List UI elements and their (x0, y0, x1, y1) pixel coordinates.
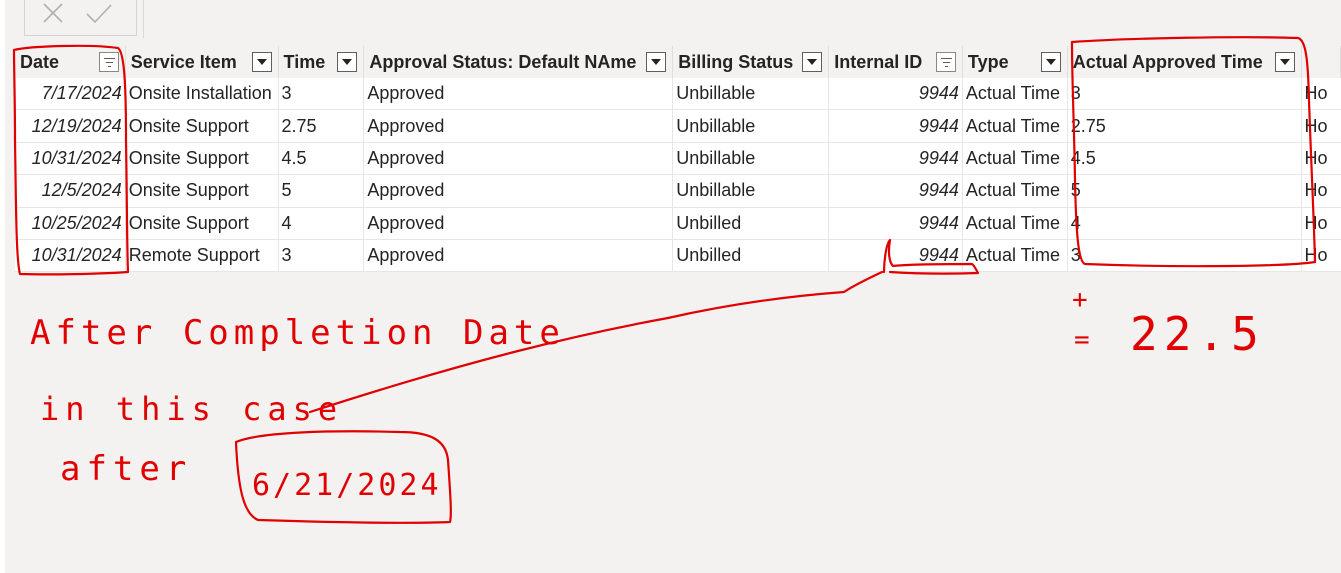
boxed-date: 6/21/2024 (252, 468, 442, 503)
sum-value: 22.5 (1130, 307, 1265, 361)
handwritten-annotations: After Completion Date in this case after… (12, 36, 1317, 524)
date-column-highlight (12, 44, 130, 276)
annotation-line-2: in this case (40, 390, 343, 428)
internal-id-highlight (882, 238, 980, 275)
sum-equals-sign: = (1074, 325, 1090, 355)
approved-time-column-highlight (1070, 36, 1317, 268)
report-canvas: Date Service Item Time Approval Status: Def… (0, 0, 1341, 573)
annotation-line-1: After Completion Date (30, 313, 565, 353)
sum-plus-sign: + (1072, 285, 1088, 315)
annotation-line-3: after (60, 449, 192, 489)
annotation-text: After Completion Date in this case after… (30, 285, 1265, 503)
